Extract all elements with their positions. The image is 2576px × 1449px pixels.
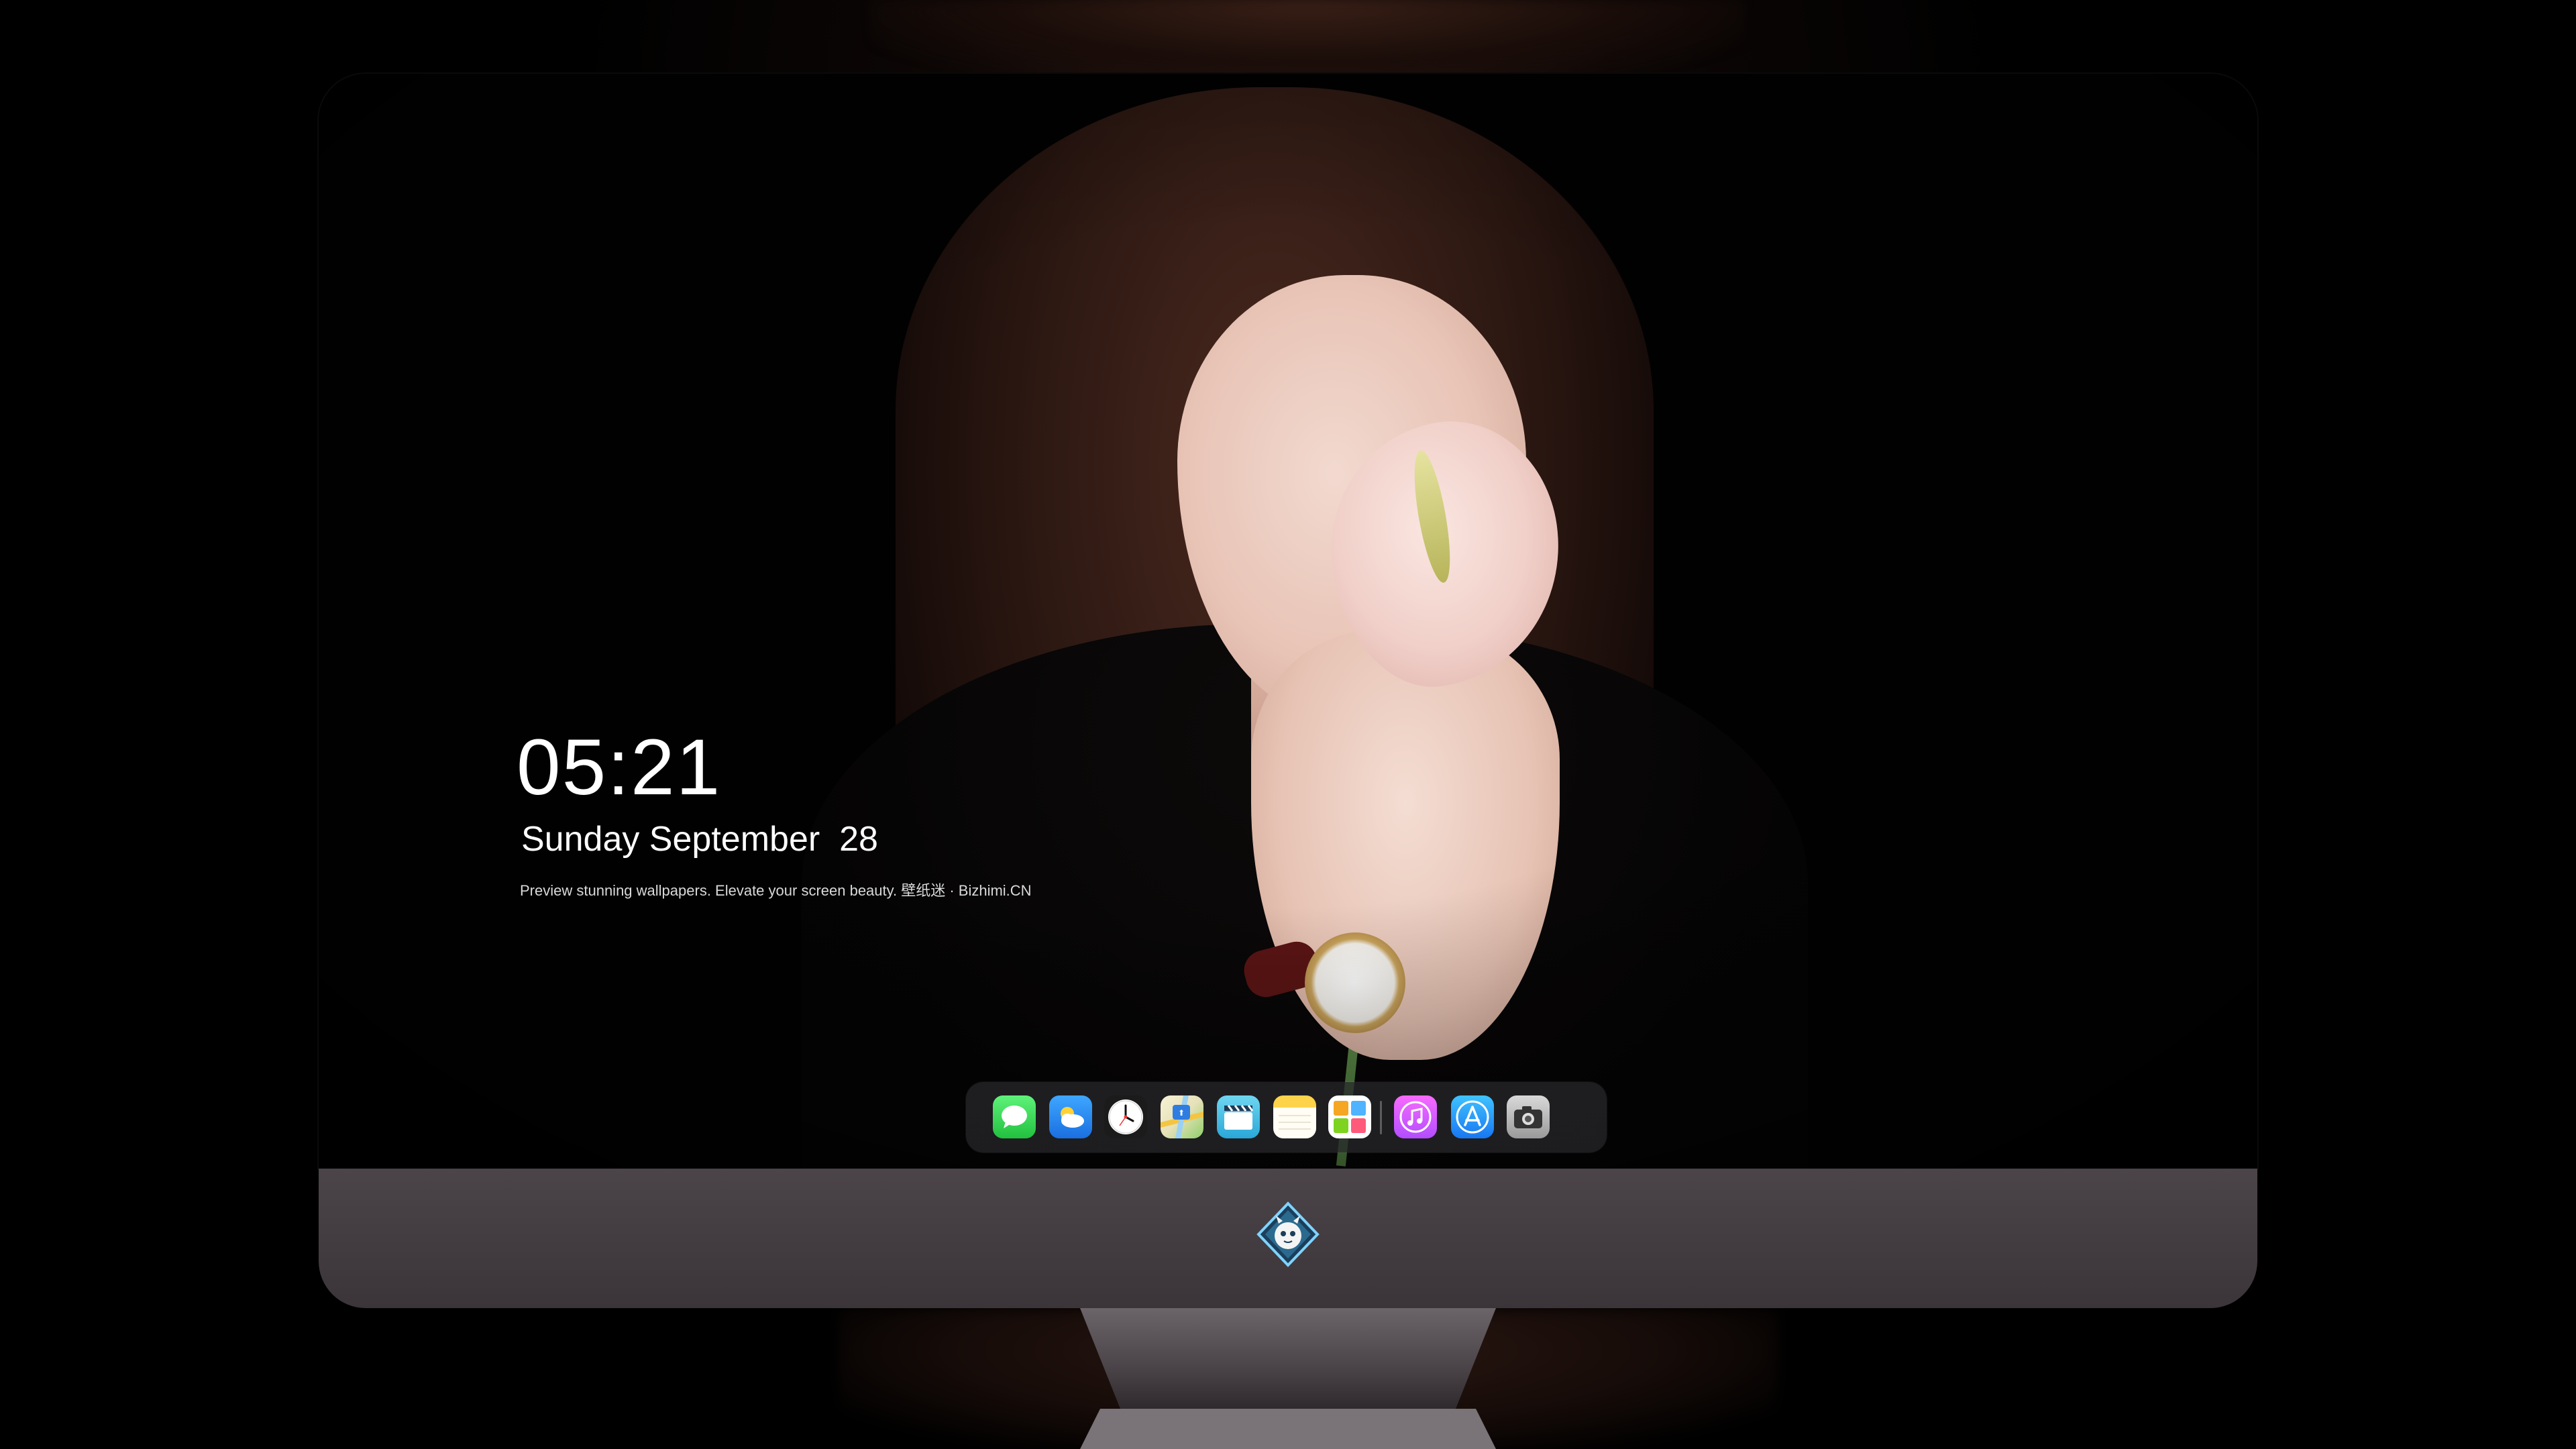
- clapperboard-icon[interactable]: [1217, 1095, 1260, 1138]
- wallpaper-vignette: [319, 74, 2257, 1169]
- notes-icon[interactable]: [1273, 1095, 1316, 1138]
- lock-date: Sunday September 28: [521, 820, 878, 859]
- music-note-icon[interactable]: [1394, 1095, 1437, 1138]
- wallpaper: [319, 74, 2257, 1169]
- dock: ⬆: [966, 1082, 1607, 1152]
- monitor-stand: [1080, 1308, 1496, 1449]
- lock-clock: 05:21: [517, 723, 722, 812]
- messages-icon[interactable]: [993, 1095, 1036, 1138]
- lock-screen: 05:21 Sunday September 28 Preview stunni…: [319, 74, 2257, 1169]
- scene: 05:21 Sunday September 28 Preview stunni…: [0, 0, 2576, 1449]
- photos-icon[interactable]: [1328, 1095, 1371, 1138]
- weather-icon[interactable]: [1049, 1095, 1092, 1138]
- imac-monitor: 05:21 Sunday September 28 Preview stunni…: [319, 74, 2257, 1308]
- clock-icon[interactable]: [1104, 1095, 1147, 1138]
- app-store-icon[interactable]: [1451, 1095, 1494, 1138]
- dragon-mascot-logo-icon: [1254, 1201, 1322, 1268]
- maps-icon[interactable]: ⬆: [1161, 1095, 1203, 1138]
- lock-tagline: Preview stunning wallpapers. Elevate you…: [520, 882, 1032, 899]
- camera-icon[interactable]: [1507, 1095, 1550, 1138]
- svg-text:⬆: ⬆: [1178, 1108, 1185, 1118]
- dock-separator: [1380, 1101, 1382, 1134]
